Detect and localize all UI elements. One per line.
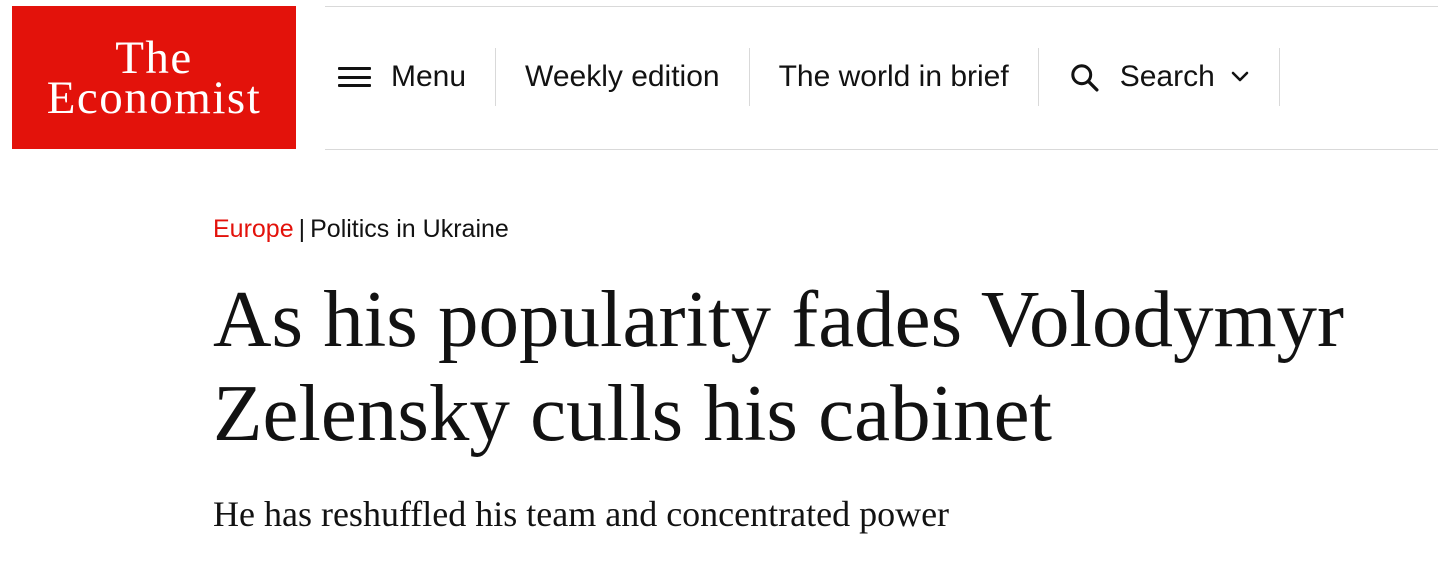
- hamburger-menu-icon: [338, 67, 371, 87]
- main-navigation: Menu Weekly edition The world in brief S…: [325, 48, 1280, 106]
- article-standfirst: He has reshuffled his team and concentra…: [213, 494, 950, 534]
- menu-button[interactable]: Menu: [325, 48, 495, 106]
- header-bottom-divider: [325, 149, 1438, 150]
- header-top-divider: [325, 6, 1438, 7]
- article-rubric: Europe | Politics in Ukraine: [213, 212, 509, 246]
- chevron-down-icon: [1231, 71, 1249, 82]
- search-button[interactable]: Search: [1039, 48, 1279, 106]
- rubric-separator: |: [298, 215, 306, 243]
- logo-line-economist: Economist: [46, 71, 262, 124]
- article-headline: As his popularity fades Volodymyr Zelens…: [213, 274, 1344, 458]
- world-in-brief-link[interactable]: The world in brief: [750, 48, 1038, 106]
- nav-divider: [1278, 48, 1280, 106]
- search-icon: [1071, 63, 1099, 92]
- topic-label: Politics in Ukraine: [310, 215, 509, 243]
- weekly-edition-link[interactable]: Weekly edition: [496, 48, 749, 106]
- menu-label: Menu: [391, 60, 467, 93]
- search-label: Search: [1119, 60, 1215, 93]
- economist-logo[interactable]: The Economist: [12, 6, 296, 149]
- section-link[interactable]: Europe: [213, 215, 294, 243]
